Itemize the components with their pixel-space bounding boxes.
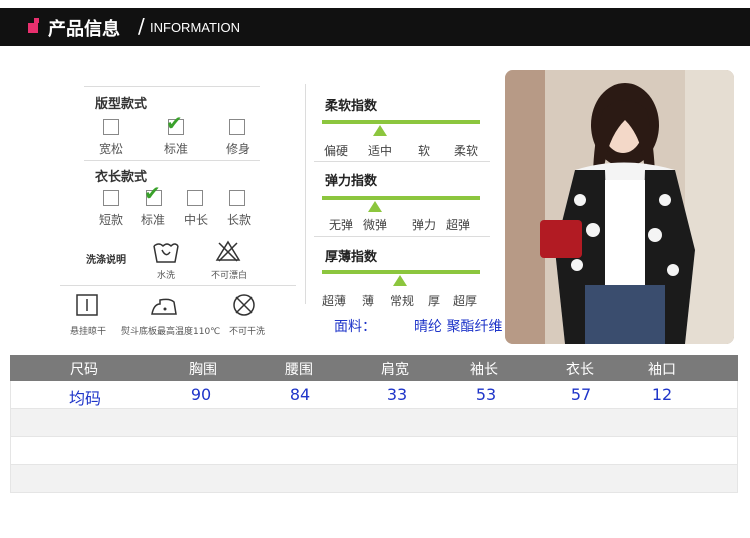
length-title: 衣长款式 bbox=[95, 170, 148, 185]
softness-bar bbox=[322, 120, 480, 124]
header-cell: 尺码 bbox=[70, 362, 98, 378]
table-cell: 12 bbox=[651, 385, 673, 404]
thickness-bar bbox=[322, 270, 480, 274]
softness-label: 偏硬 bbox=[324, 144, 349, 158]
table-cell: 57 bbox=[570, 385, 592, 404]
table-cell: 均码 bbox=[68, 389, 102, 408]
length-option-label: 长款 bbox=[227, 213, 252, 227]
elasticity-label: 无弹 bbox=[329, 218, 354, 232]
washing-title: 洗涤说明 bbox=[86, 255, 126, 266]
divider bbox=[84, 160, 260, 161]
elasticity-label: 超弹 bbox=[446, 218, 471, 232]
elasticity-label: 弹力 bbox=[412, 218, 437, 232]
no-bleach-icon bbox=[215, 240, 241, 262]
hand-wash-icon bbox=[153, 243, 179, 263]
no-bleach-label: 不可漂白 bbox=[211, 271, 248, 281]
table-row-empty bbox=[10, 437, 738, 465]
table-cell: 84 bbox=[289, 385, 311, 404]
divider bbox=[60, 285, 296, 286]
softness-marker bbox=[373, 125, 387, 136]
fabric-value: 晴纶 聚酯纤维 bbox=[414, 319, 503, 335]
softness-title: 柔软指数 bbox=[325, 99, 378, 114]
length-option-box bbox=[187, 190, 203, 206]
softness-label: 柔软 bbox=[454, 144, 479, 158]
elasticity-bar bbox=[322, 196, 480, 200]
info-header: 产品信息 / INFORMATION bbox=[0, 8, 750, 46]
thickness-label: 常规 bbox=[390, 294, 415, 308]
softness-label: 软 bbox=[418, 144, 431, 158]
divider bbox=[314, 236, 490, 237]
fit-option-label: 修身 bbox=[226, 142, 251, 156]
elasticity-marker bbox=[368, 201, 382, 212]
header-cell: 胸围 bbox=[189, 362, 217, 378]
header-accent-square bbox=[28, 23, 38, 33]
fabric-label: 面料： bbox=[334, 319, 376, 335]
no-dry-clean-label: 不可干洗 bbox=[229, 327, 266, 337]
thickness-title: 厚薄指数 bbox=[325, 250, 378, 265]
thickness-label: 厚 bbox=[428, 294, 441, 308]
thickness-marker bbox=[393, 275, 407, 286]
header-cell: 衣长 bbox=[566, 362, 594, 378]
thickness-label: 超厚 bbox=[453, 294, 478, 308]
fit-option-label: 宽松 bbox=[99, 142, 124, 156]
hang-dry-icon bbox=[76, 294, 98, 316]
table-row: 均码 90 84 33 53 57 12 bbox=[10, 381, 738, 409]
fit-option-box bbox=[103, 119, 119, 135]
hand-wash-label: 水洗 bbox=[157, 271, 176, 281]
length-option-box bbox=[103, 190, 119, 206]
softness-label: 适中 bbox=[368, 144, 393, 158]
header-slash: / bbox=[138, 14, 145, 38]
header-cell: 袖口 bbox=[648, 362, 676, 378]
elasticity-title: 弹力指数 bbox=[325, 174, 378, 189]
table-row-empty bbox=[10, 465, 738, 493]
no-dry-clean-icon bbox=[233, 294, 255, 316]
table-cell: 33 bbox=[386, 385, 408, 404]
length-option-label: 标准 bbox=[141, 213, 166, 227]
fit-option-box bbox=[229, 119, 245, 135]
length-option-label: 短款 bbox=[99, 213, 124, 227]
length-option-label: 中长 bbox=[184, 213, 209, 227]
check-icon: ✔ bbox=[144, 181, 161, 205]
product-photo bbox=[505, 70, 734, 344]
table-cell: 53 bbox=[475, 385, 497, 404]
size-table: 尺码 胸围 腰围 肩宽 袖长 衣长 袖口 均码 90 84 33 53 57 1… bbox=[10, 355, 738, 493]
check-icon: ✔ bbox=[166, 111, 183, 135]
divider bbox=[84, 86, 260, 87]
header-cell: 腰围 bbox=[285, 362, 313, 378]
size-table-header: 尺码 胸围 腰围 肩宽 袖长 衣长 袖口 bbox=[10, 355, 738, 381]
thickness-label: 超薄 bbox=[322, 294, 347, 308]
iron-label: 熨斗底板最高温度110℃ bbox=[121, 327, 221, 337]
header-cell: 袖长 bbox=[470, 362, 498, 378]
divider-vertical bbox=[305, 84, 306, 304]
fit-title: 版型款式 bbox=[95, 97, 148, 112]
header-title-en: INFORMATION bbox=[150, 20, 241, 35]
length-option-box bbox=[229, 190, 245, 206]
table-row-empty bbox=[10, 409, 738, 437]
fit-option-label: 标准 bbox=[164, 142, 189, 156]
thickness-label: 薄 bbox=[362, 294, 375, 308]
iron-icon bbox=[151, 298, 177, 315]
divider bbox=[314, 161, 490, 162]
header-title-cn: 产品信息 bbox=[48, 19, 120, 40]
table-cell: 90 bbox=[190, 385, 212, 404]
header-cell: 肩宽 bbox=[381, 362, 409, 378]
elasticity-label: 微弹 bbox=[363, 218, 388, 232]
hang-dry-label: 悬挂晾干 bbox=[70, 327, 107, 337]
